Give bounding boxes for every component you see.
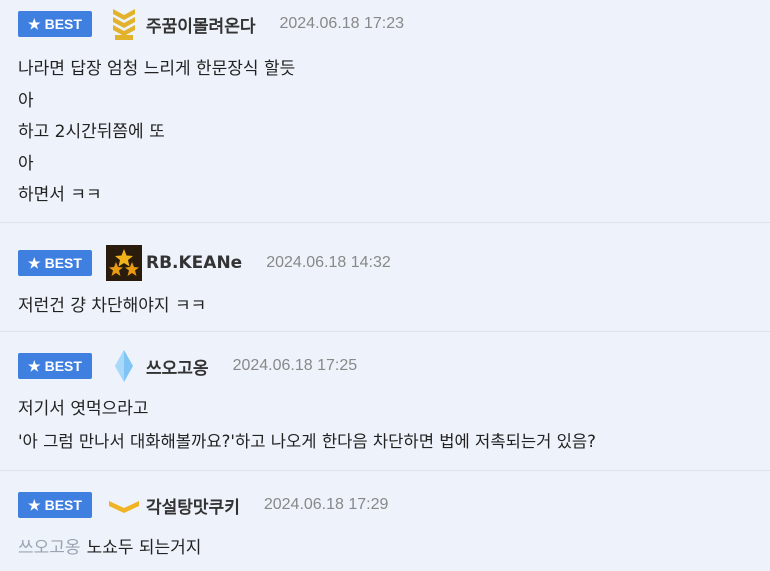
three-stars-rank-icon <box>106 245 142 281</box>
comment-date: 2024.06.18 17:25 <box>232 357 358 374</box>
star-icon: ★ <box>28 496 41 513</box>
best-badge-label: BEST <box>44 358 82 374</box>
comment-line-text: 노쇼두 되는거지 <box>86 538 202 558</box>
star-icon: ★ <box>28 15 41 32</box>
comment-line: 하면서 ㅋㅋ <box>18 185 102 205</box>
mention-link[interactable]: 쓰오고옹 <box>18 538 81 558</box>
comment-text: 나라면 답장 엄청 느리게 한문장식 할듯 아 하고 2시간뒤쯤에 또 아 하면… <box>18 40 752 212</box>
author-nickname[interactable]: RB.KEANe <box>146 253 242 273</box>
best-badge-label: BEST <box>44 497 82 513</box>
comment-line: 아 <box>18 90 34 111</box>
best-badge-label: BEST <box>44 16 82 32</box>
comment-line: 아 <box>18 153 34 174</box>
blue-diamond-rank-icon <box>106 348 142 384</box>
best-badge-label: BEST <box>44 255 82 271</box>
gold-single-chevron-rank-icon <box>106 487 142 523</box>
best-badge: ★ BEST <box>18 250 92 276</box>
comment-item: ★ BEST 주꿈이몰려온다 2024.06.18 17:23 나라면 답장 엄청… <box>0 0 770 223</box>
comment-line: 저기서 엿먹으라고 <box>18 399 149 419</box>
author-nickname[interactable]: 주꿈이몰려온다 <box>146 12 255 37</box>
comment-date: 2024.06.18 17:23 <box>279 15 405 32</box>
comment-text: 쓰오고옹 노쇼두 되는거지 <box>18 521 752 565</box>
comment-text: 저런건 걍 차단해야지 ㅋㅋ <box>18 279 752 323</box>
author-nickname[interactable]: 쓰오고옹 <box>146 354 209 379</box>
star-icon: ★ <box>28 254 41 271</box>
gold-chevron-rank-icon <box>106 6 142 42</box>
comment-line: 쓰오고옹 노쇼두 되는거지 <box>18 533 752 565</box>
comment-item: ★ BEST RB.KEANe 2024.06.18 14:32 저런건 걍 차단… <box>0 223 770 332</box>
comment-text: 저기서 엿먹으라고 '아 그럼 만나서 대화해볼까요?'하고 나오게 한다음 차… <box>18 382 752 457</box>
comment-date: 2024.06.18 17:29 <box>263 496 389 513</box>
comment-item: ★ BEST 쓰오고옹 2024.06.18 17:25 저기서 엿먹으라고 '아… <box>0 332 770 471</box>
star-icon: ★ <box>28 357 41 374</box>
comment-line: 나라면 답장 엄청 느리게 한문장식 할듯 <box>18 59 296 79</box>
comment-line: 저런건 걍 차단해야지 ㅋㅋ <box>18 296 207 316</box>
best-badge: ★ BEST <box>18 11 92 37</box>
best-badge: ★ BEST <box>18 353 92 379</box>
best-badge: ★ BEST <box>18 492 92 518</box>
comment-date: 2024.06.18 14:32 <box>266 254 391 271</box>
comment-line: '아 그럼 만나서 대화해볼까요?'하고 나오게 한다음 차단하면 법에 저촉되… <box>18 431 596 451</box>
author-nickname[interactable]: 각설탕맛쿠키 <box>146 493 240 518</box>
comment-line: 하고 2시간뒤쯤에 또 <box>18 122 165 142</box>
comment-item: ★ BEST 각설탕맛쿠키 2024.06.18 17:29 쓰오고옹 노쇼두 되는… <box>0 471 770 571</box>
